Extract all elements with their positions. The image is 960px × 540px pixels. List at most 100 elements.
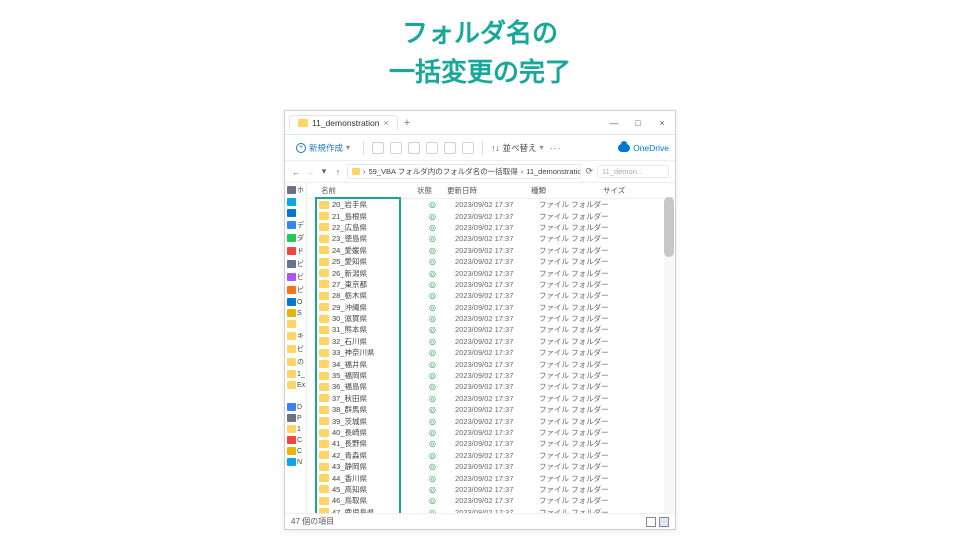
col-type[interactable]: 種類 (531, 185, 603, 196)
col-name[interactable]: 名前 (309, 185, 417, 196)
table-row[interactable]: 40_長崎県◎2023/09/02 17:37ファイル フォルダー (307, 427, 675, 438)
col-size[interactable]: サイズ (603, 185, 673, 196)
sort-button[interactable]: ↑↓ 並べ替え ▾ (491, 142, 544, 154)
new-button[interactable]: + 新規作成 ▾ (291, 139, 355, 157)
sidebar-item[interactable]: ビ (285, 285, 306, 295)
sidebar-item[interactable]: ダ (285, 233, 306, 243)
rename-icon[interactable] (426, 142, 438, 154)
tab-close-icon[interactable]: × (383, 118, 388, 128)
breadcrumb[interactable]: › 59_VBA フォルダ内のフォルダ名の一括取得 › 11_demonstra… (347, 164, 581, 179)
delete-icon[interactable] (462, 142, 474, 154)
crumb-0[interactable]: 59_VBA フォルダ内のフォルダ名の一括取得 (369, 166, 518, 177)
sidebar-item[interactable]: の (285, 357, 306, 367)
folder-icon (319, 406, 329, 414)
sidebar-label: デ (297, 220, 304, 230)
sidebar-item[interactable]: ビ (285, 272, 306, 282)
sidebar-item[interactable]: ビ (285, 344, 306, 354)
sidebar-item[interactable]: N (285, 458, 306, 466)
table-row[interactable]: 21_島根県◎2023/09/02 17:37ファイル フォルダー (307, 210, 675, 221)
table-row[interactable]: 36_福島県◎2023/09/02 17:37ファイル フォルダー (307, 381, 675, 392)
onedrive-button[interactable]: OneDrive (618, 143, 669, 153)
table-row[interactable]: 43_静岡県◎2023/09/02 17:37ファイル フォルダー (307, 461, 675, 472)
row-name: 29_沖縄県 (332, 302, 425, 313)
table-row[interactable]: 37_秋田県◎2023/09/02 17:37ファイル フォルダー (307, 393, 675, 404)
table-row[interactable]: 33_神奈川県◎2023/09/02 17:37ファイル フォルダー (307, 347, 675, 358)
minimize-icon[interactable]: — (607, 118, 621, 128)
tab-add-icon[interactable]: + (404, 117, 410, 129)
row-date: 2023/09/02 17:37 (455, 360, 539, 369)
refresh-icon[interactable]: ⟳ (585, 166, 593, 177)
sidebar-item[interactable]: Ex (285, 381, 306, 389)
paste-icon[interactable] (408, 142, 420, 154)
back-icon[interactable]: ← (291, 167, 301, 177)
sidebar-item[interactable]: C (285, 436, 306, 444)
table-row[interactable]: 20_岩手県◎2023/09/02 17:37ファイル フォルダー (307, 199, 675, 210)
cut-icon[interactable] (372, 142, 384, 154)
scrollbar[interactable] (664, 197, 674, 513)
search-input[interactable]: 11_demon... (597, 165, 669, 178)
sidebar-item[interactable] (285, 198, 306, 206)
table-row[interactable]: 30_滋賀県◎2023/09/02 17:37ファイル フォルダー (307, 313, 675, 324)
table-row[interactable]: 31_熊本県◎2023/09/02 17:37ファイル フォルダー (307, 324, 675, 335)
table-row[interactable]: 44_香川県◎2023/09/02 17:37ファイル フォルダー (307, 472, 675, 483)
view-list-icon[interactable] (646, 517, 656, 527)
col-date[interactable]: 更新日時 (447, 185, 531, 196)
crumb-1[interactable]: 11_demonstration (526, 167, 581, 176)
sidebar-icon (287, 403, 296, 411)
table-row[interactable]: 45_高知県◎2023/09/02 17:37ファイル フォルダー (307, 484, 675, 495)
sidebar-item[interactable] (285, 320, 306, 328)
view-details-icon[interactable] (659, 517, 669, 527)
table-row[interactable]: 41_長野県◎2023/09/02 17:37ファイル フォルダー (307, 438, 675, 449)
table-row[interactable]: 34_福井県◎2023/09/02 17:37ファイル フォルダー (307, 358, 675, 369)
sidebar-item[interactable]: ホ (285, 185, 306, 195)
table-row[interactable]: 42_青森県◎2023/09/02 17:37ファイル フォルダー (307, 450, 675, 461)
tab-bar: 11_demonstration × + — □ × (285, 111, 675, 135)
table-row[interactable]: 32_石川県◎2023/09/02 17:37ファイル フォルダー (307, 336, 675, 347)
table-row[interactable]: 46_鳥取県◎2023/09/02 17:37ファイル フォルダー (307, 495, 675, 506)
sidebar-item[interactable]: デ (285, 220, 306, 230)
table-row[interactable]: 23_徳島県◎2023/09/02 17:37ファイル フォルダー (307, 233, 675, 244)
up-icon[interactable]: ↑ (333, 167, 343, 177)
sidebar-item[interactable]: D (285, 403, 306, 411)
copy-icon[interactable] (390, 142, 402, 154)
sidebar-item[interactable]: O (285, 298, 306, 306)
col-status[interactable]: 状態 (417, 185, 447, 196)
row-status: ◎ (425, 212, 455, 221)
table-row[interactable]: 28_栃木県◎2023/09/02 17:37ファイル フォルダー (307, 290, 675, 301)
chevron-down-icon[interactable]: ▾ (319, 166, 329, 177)
table-row[interactable]: 29_沖縄県◎2023/09/02 17:37ファイル フォルダー (307, 302, 675, 313)
sidebar-item[interactable] (285, 209, 306, 217)
table-row[interactable]: 38_群馬県◎2023/09/02 17:37ファイル フォルダー (307, 404, 675, 415)
share-icon[interactable] (444, 142, 456, 154)
close-icon[interactable]: × (655, 118, 669, 128)
sidebar-item[interactable]: 1_ (285, 370, 306, 378)
sidebar-item[interactable]: P (285, 414, 306, 422)
row-name: 36_福島県 (332, 381, 425, 392)
sidebar-item[interactable]: ビ (285, 259, 306, 269)
maximize-icon[interactable]: □ (631, 118, 645, 128)
sidebar-label: ド (297, 246, 304, 256)
folder-icon (319, 417, 329, 425)
more-icon[interactable]: ··· (550, 143, 562, 153)
row-status: ◎ (425, 405, 455, 414)
tab-active[interactable]: 11_demonstration × (289, 115, 398, 130)
sidebar-item[interactable]: ド (285, 246, 306, 256)
sidebar-item[interactable]: 1 (285, 425, 306, 433)
table-row[interactable]: 24_愛媛県◎2023/09/02 17:37ファイル フォルダー (307, 245, 675, 256)
sidebar-item[interactable]: S (285, 309, 306, 317)
sidebar-item[interactable]: キ (285, 331, 306, 341)
table-row[interactable]: 25_愛知県◎2023/09/02 17:37ファイル フォルダー (307, 256, 675, 267)
scrollbar-thumb[interactable] (664, 197, 674, 257)
sidebar-icon (287, 332, 296, 340)
forward-icon[interactable]: → (305, 167, 315, 177)
table-row[interactable]: 27_東京都◎2023/09/02 17:37ファイル フォルダー (307, 279, 675, 290)
row-name: 28_栃木県 (332, 290, 425, 301)
table-row[interactable]: 47_鹿児島県◎2023/09/02 17:37ファイル フォルダー (307, 507, 675, 513)
sidebar-item[interactable] (285, 392, 306, 400)
window-controls: — □ × (607, 118, 675, 128)
table-row[interactable]: 22_広島県◎2023/09/02 17:37ファイル フォルダー (307, 222, 675, 233)
table-row[interactable]: 35_福岡県◎2023/09/02 17:37ファイル フォルダー (307, 370, 675, 381)
table-row[interactable]: 26_新潟県◎2023/09/02 17:37ファイル フォルダー (307, 267, 675, 278)
table-row[interactable]: 39_茨城県◎2023/09/02 17:37ファイル フォルダー (307, 415, 675, 426)
sidebar-item[interactable]: C (285, 447, 306, 455)
